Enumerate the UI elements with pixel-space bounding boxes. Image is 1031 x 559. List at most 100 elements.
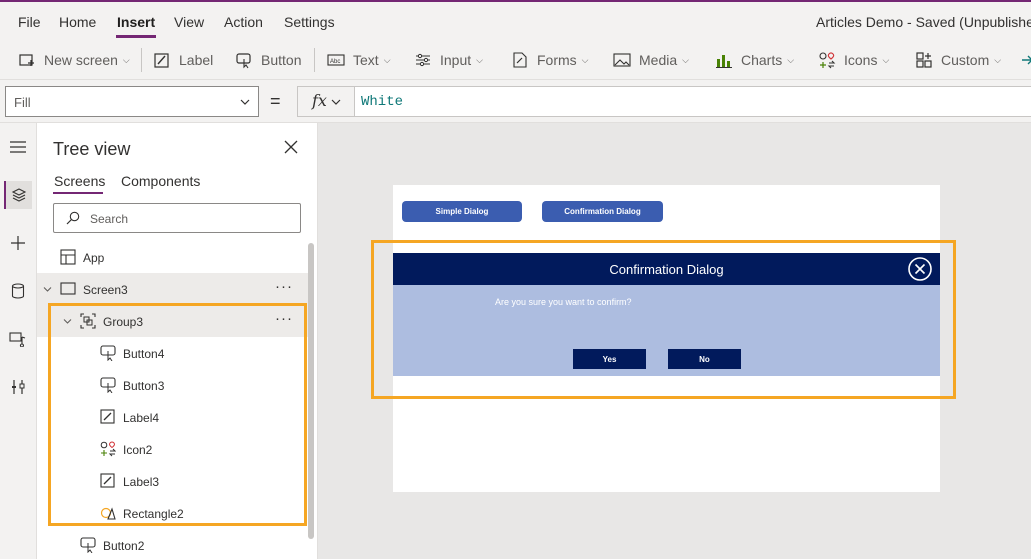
dialog-yes-button[interactable]: Yes	[573, 349, 646, 369]
menu-bar: File Home Insert View Action Settings Ar…	[0, 2, 1031, 40]
tree-item-label4[interactable]: Label4	[37, 401, 312, 433]
button-icon	[80, 537, 96, 553]
tab-screens[interactable]: Screens	[54, 173, 105, 189]
close-icon[interactable]	[283, 139, 299, 155]
app-icon	[60, 249, 76, 265]
chevron-down-icon	[331, 99, 341, 105]
chevron-down-icon[interactable]	[43, 285, 52, 294]
tree-scrollbar[interactable]	[308, 243, 314, 539]
insert-nav-button[interactable]	[4, 229, 32, 257]
charts-icon	[716, 55, 732, 68]
media-nav-button[interactable]	[4, 325, 32, 353]
hamburger-icon	[10, 141, 26, 153]
ribbon-separator	[141, 48, 142, 72]
tree-item-group3[interactable]: Group3 ···	[37, 305, 312, 337]
app-screen[interactable]: Simple Dialog Confirmation Dialog Confir…	[393, 185, 940, 492]
tree-item-label: Button4	[123, 347, 165, 361]
property-dropdown[interactable]: Fill	[5, 86, 259, 117]
more-ribbon-button[interactable]	[1020, 48, 1031, 72]
dialog-no-button[interactable]: No	[668, 349, 741, 369]
chevron-down-icon: ⌵	[882, 54, 890, 65]
tree-item-button2[interactable]: Button2	[37, 529, 312, 559]
label-icon	[100, 409, 115, 424]
new-screen-icon	[19, 54, 34, 66]
media-library-icon	[9, 332, 26, 347]
hamburger-menu-button[interactable]	[4, 133, 32, 161]
menu-settings[interactable]: Settings	[284, 14, 335, 30]
tools-icon	[12, 380, 25, 394]
tree-item-label: Label4	[123, 411, 160, 425]
tree-item-label: Label3	[123, 475, 160, 489]
tree-item-screen3[interactable]: Screen3 ···	[37, 273, 312, 305]
tree-search-input[interactable]: Search	[53, 203, 301, 233]
screen-icon	[60, 282, 76, 295]
input-menu-label: Input	[440, 52, 472, 68]
menu-action[interactable]: Action	[224, 14, 263, 30]
button-button[interactable]: Button	[235, 48, 301, 72]
menu-home[interactable]: Home	[59, 14, 96, 30]
chevron-down-icon: ⌵	[682, 54, 689, 65]
input-menu-button[interactable]: Input ⌵	[414, 48, 483, 72]
tree-item-label3[interactable]: Label3	[37, 465, 312, 497]
icons-icon	[100, 441, 116, 457]
label-icon	[154, 53, 169, 68]
more-options-icon[interactable]: ···	[275, 310, 293, 327]
ribbon-toolbar: New screen ⌵ Label Button Abc Text ⌵ Input…	[0, 40, 1031, 80]
custom-menu-button[interactable]: Custom ⌵	[915, 48, 1001, 72]
dialog-title: Confirmation Dialog	[609, 261, 724, 277]
tree-item-app[interactable]: App	[37, 241, 312, 273]
confirmation-dialog-button[interactable]: Confirmation Dialog	[542, 201, 663, 222]
forms-menu-label: Forms	[537, 52, 577, 68]
tab-components[interactable]: Components	[121, 173, 200, 189]
left-nav-rail	[0, 123, 37, 559]
more-tools-icon	[1022, 55, 1031, 65]
custom-icon	[916, 52, 932, 68]
tree-item-rectangle2[interactable]: Rectangle2	[37, 497, 312, 529]
menu-insert[interactable]: Insert	[117, 14, 155, 30]
forms-icon	[513, 52, 527, 68]
active-menu-underline	[116, 35, 156, 38]
close-circle-icon[interactable]	[908, 257, 932, 281]
tree-item-label: Rectangle2	[123, 507, 184, 521]
search-icon	[66, 211, 80, 225]
formula-input[interactable]: White	[355, 86, 1031, 117]
equals-sign: =	[270, 91, 281, 111]
data-nav-button[interactable]	[4, 277, 32, 305]
tree-item-button3[interactable]: Button3	[37, 369, 312, 401]
label-button[interactable]: Label	[153, 48, 213, 72]
plus-icon	[11, 236, 25, 250]
group-icon	[80, 313, 96, 329]
tree-item-label: Screen3	[83, 283, 128, 297]
chevron-down-icon: ⌵	[787, 54, 795, 65]
tree-item-label: Icon2	[123, 443, 153, 457]
advanced-tools-nav-button[interactable]	[4, 373, 32, 401]
new-screen-button[interactable]: New screen ⌵	[18, 48, 130, 72]
forms-menu-button[interactable]: Forms ⌵	[511, 48, 589, 72]
dialog-body[interactable]: Are you sure you want to confirm? Yes No	[393, 285, 940, 376]
button-icon	[100, 345, 116, 361]
menu-view[interactable]: View	[174, 14, 204, 30]
tree-item-icon2[interactable]: Icon2	[37, 433, 312, 465]
fx-label: fx	[312, 91, 327, 110]
input-icon	[416, 53, 430, 67]
tree-view-nav-button[interactable]	[4, 181, 32, 209]
more-options-icon[interactable]: ···	[275, 278, 293, 295]
text-menu-button[interactable]: Abc Text ⌵	[327, 48, 391, 72]
chevron-down-icon[interactable]	[63, 317, 72, 326]
icons-icon	[819, 52, 836, 69]
simple-dialog-button[interactable]: Simple Dialog	[402, 201, 522, 222]
button-icon	[236, 53, 251, 69]
tree-item-button4[interactable]: Button4	[37, 337, 312, 369]
media-menu-button[interactable]: Media ⌵	[613, 48, 689, 72]
icons-menu-button[interactable]: Icons ⌵	[818, 48, 889, 72]
fx-button[interactable]: fx	[297, 86, 355, 117]
menu-file[interactable]: File	[18, 14, 41, 30]
chevron-down-icon: ⌵	[994, 54, 1002, 65]
tree-item-label: Button3	[123, 379, 165, 393]
media-icon	[613, 53, 631, 67]
dialog-header[interactable]: Confirmation Dialog	[393, 253, 940, 285]
charts-menu-button[interactable]: Charts ⌵	[715, 48, 794, 72]
chevron-down-icon	[240, 99, 250, 105]
chevron-down-icon: ⌵	[581, 54, 589, 65]
label-icon	[100, 473, 115, 488]
